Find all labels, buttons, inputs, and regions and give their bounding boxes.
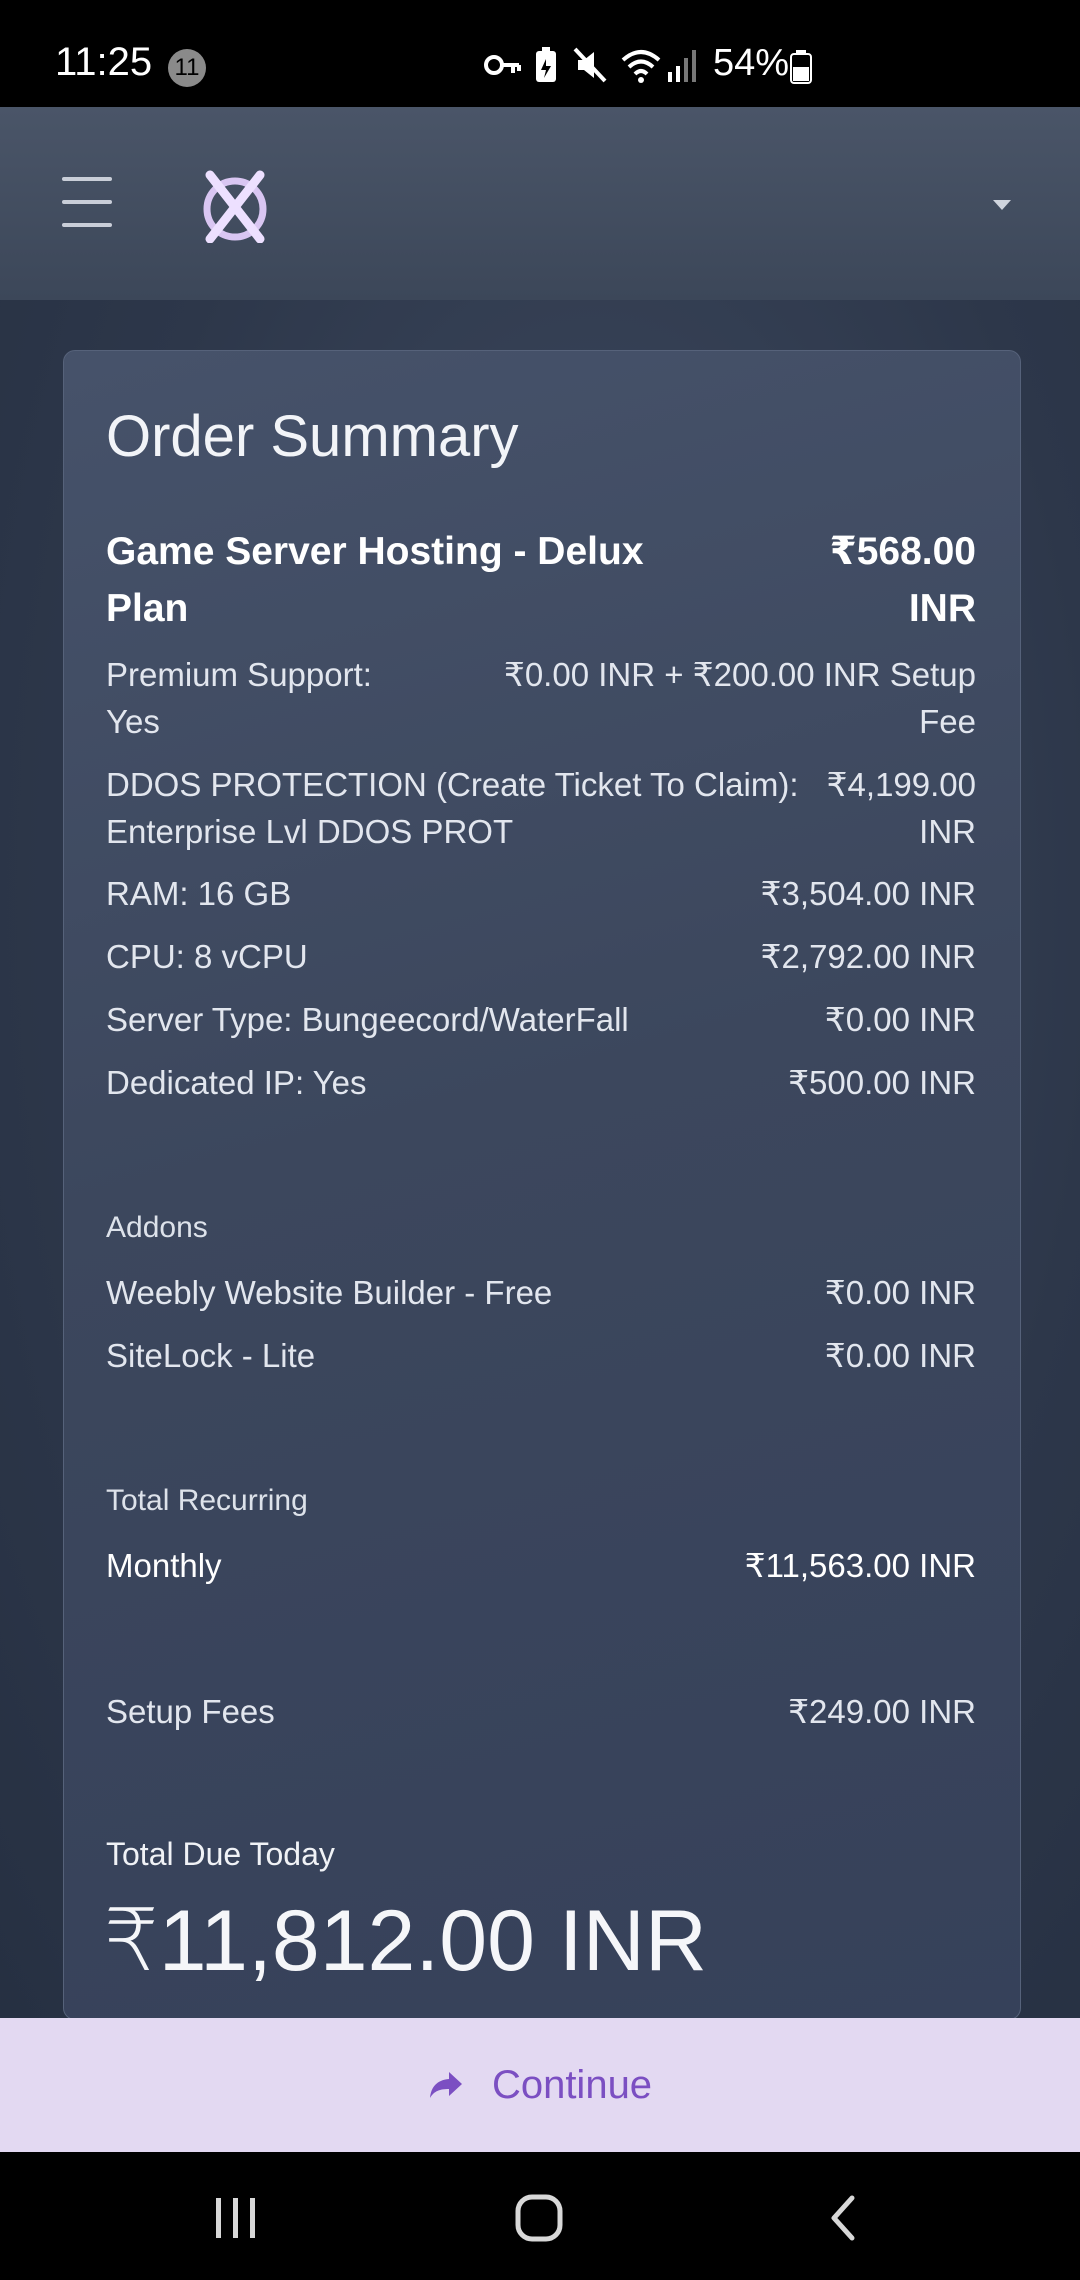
option-label: RAM: 16 GB xyxy=(106,875,292,912)
home-icon[interactable] xyxy=(514,2193,564,2243)
total-due-amount: ₹11,812.00 INR xyxy=(104,1893,707,1989)
total-recurring-heading: Total Recurring xyxy=(106,1484,308,1517)
option-value: ₹500.00 INR xyxy=(788,1064,976,1101)
option-row-ddos-protection: DDOS PROTECTION (Create Ticket To Claim)… xyxy=(106,761,976,855)
option-row-premium-support: Premium Support: Yes ₹0.00 INR + ₹200.00… xyxy=(106,651,976,745)
option-row-ram: RAM: 16 GB ₹3,504.00 INR xyxy=(106,870,976,917)
system-nav-bar xyxy=(0,2152,1080,2280)
caret-down-icon[interactable] xyxy=(992,198,1012,212)
brand-logo-icon[interactable] xyxy=(200,169,270,243)
option-label: Dedicated IP: Yes xyxy=(106,1064,367,1101)
option-label: CPU: 8 vCPU xyxy=(106,938,308,975)
recurring-row-monthly: Monthly ₹11,563.00 INR xyxy=(106,1542,976,1589)
option-label: DDOS PROTECTION (Create Ticket To Claim)… xyxy=(106,761,799,855)
option-label: Server Type: Bungeecord/WaterFall xyxy=(106,1001,629,1038)
option-value: ₹0.00 INR + ₹200.00 INR Setup Fee xyxy=(504,651,976,745)
battery-percentage: 54% xyxy=(713,42,790,84)
status-time: 11:25 xyxy=(55,40,153,84)
recurring-label: Monthly xyxy=(106,1547,222,1584)
product-name: Game Server Hosting - Delux Plan xyxy=(106,530,644,630)
signal-icon xyxy=(668,50,696,82)
option-value: ₹0.00 INR xyxy=(824,1001,976,1038)
option-row-dedicated-ip: Dedicated IP: Yes ₹500.00 INR xyxy=(106,1059,976,1106)
addons-heading: Addons xyxy=(106,1211,208,1244)
wifi-icon xyxy=(621,50,661,83)
back-icon[interactable] xyxy=(826,2194,858,2242)
continue-button-content[interactable]: Continue xyxy=(0,2018,1080,2152)
option-label-line: Enterprise Lvl DDOS PROT xyxy=(106,813,514,850)
addon-row-weebly: Weebly Website Builder - Free ₹0.00 INR xyxy=(106,1269,976,1316)
option-label-line: DDOS PROTECTION (Create Ticket To Claim)… xyxy=(106,766,799,803)
addon-label: Weebly Website Builder - Free xyxy=(106,1274,553,1311)
addon-label: SiteLock - Lite xyxy=(106,1337,316,1374)
order-summary-card: Order Summary Game Server Hosting - Delu… xyxy=(63,350,1021,2020)
addon-row-sitelock: SiteLock - Lite ₹0.00 INR xyxy=(106,1332,976,1379)
option-value-line: ₹0.00 INR + ₹200.00 INR Setup xyxy=(503,656,976,693)
status-bar: 11:25 11 54% xyxy=(0,0,1080,107)
product-price-amount: ₹568.00 xyxy=(829,530,976,573)
option-label: Premium Support: Yes xyxy=(106,651,372,745)
product-row: Game Server Hosting - Delux Plan ₹568.00… xyxy=(106,523,976,643)
order-summary-title: Order Summary xyxy=(106,404,519,469)
battery-saver-icon xyxy=(536,47,556,82)
share-arrow-icon xyxy=(429,2072,462,2098)
option-value: ₹4,199.00 INR xyxy=(827,761,976,855)
option-label-line: Yes xyxy=(106,703,160,740)
option-row-cpu: CPU: 8 vCPU ₹2,792.00 INR xyxy=(106,933,976,980)
setup-fees-row: Setup Fees ₹249.00 INR xyxy=(106,1688,976,1735)
hamburger-icon[interactable] xyxy=(62,177,114,229)
notification-count-badge: 11 xyxy=(168,49,206,87)
key-icon xyxy=(484,55,521,75)
recurring-value: ₹11,563.00 INR xyxy=(744,1547,976,1584)
option-value-line: Fee xyxy=(919,703,976,740)
continue-label: Continue xyxy=(491,2062,653,2107)
option-value: ₹3,504.00 INR xyxy=(760,875,976,912)
setup-fees-value: ₹249.00 INR xyxy=(788,1693,976,1730)
option-value: ₹2,792.00 INR xyxy=(760,938,976,975)
addon-value: ₹0.00 INR xyxy=(824,1274,976,1311)
addon-value: ₹0.00 INR xyxy=(824,1337,976,1374)
product-price-currency: INR xyxy=(908,587,976,630)
option-row-server-type: Server Type: Bungeecord/WaterFall ₹0.00 … xyxy=(106,996,976,1043)
option-value-line: INR xyxy=(919,813,976,850)
battery-icon xyxy=(790,50,812,84)
continue-button[interactable]: Continue xyxy=(0,2018,1080,2152)
recent-apps-icon[interactable] xyxy=(212,2196,260,2240)
app-header xyxy=(0,107,1080,300)
option-label-line: Premium Support: xyxy=(106,656,372,693)
product-price: ₹568.00 INR xyxy=(830,523,976,637)
total-due-label: Total Due Today xyxy=(106,1836,335,1872)
mute-icon xyxy=(573,47,607,83)
option-value-line: ₹4,199.00 xyxy=(826,766,976,803)
setup-fees-label: Setup Fees xyxy=(106,1693,275,1730)
